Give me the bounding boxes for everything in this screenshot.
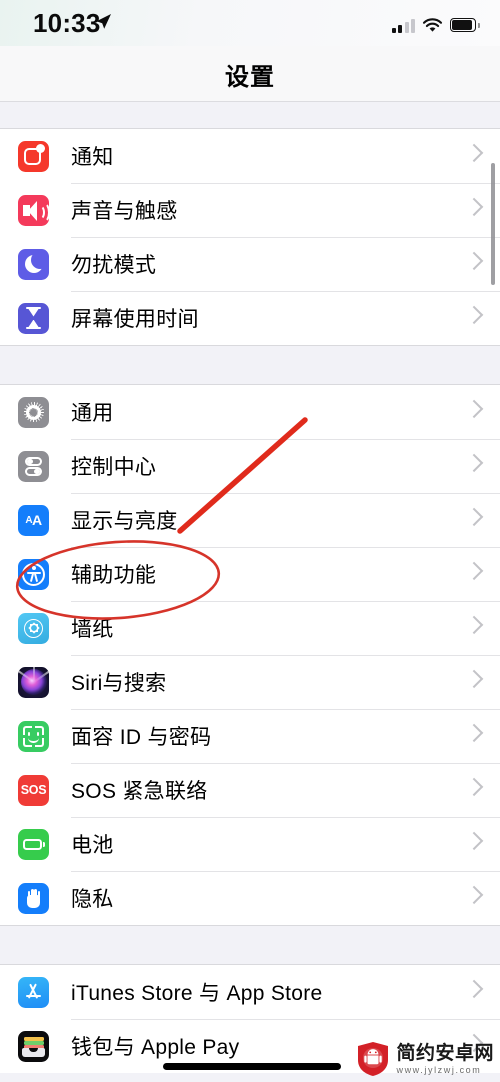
chevron-right-icon: [464, 197, 484, 216]
sounds-haptics-icon: [18, 194, 49, 226]
chevron-right-icon: [464, 561, 484, 580]
watermark-site-name: 简约安卓网: [396, 1042, 494, 1064]
settings-row-itunes-app-store[interactable]: iTunes Store 与 App Store: [0, 965, 500, 1019]
status-bar: 10:33: [0, 0, 500, 46]
row-label: 电池: [71, 834, 114, 857]
status-bar-indicators: [391, 11, 481, 33]
group-spacer-top: [0, 102, 500, 128]
control-center-icon: [18, 450, 49, 482]
row-label: SOS 紧急联络: [71, 780, 208, 803]
chevron-right-icon: [464, 669, 484, 688]
wallet-apple-pay-icon: [18, 1030, 49, 1062]
app-store-icon: [18, 976, 49, 1008]
android-shield-logo: [358, 1042, 389, 1076]
location-arrow-icon: [96, 14, 111, 29]
settings-row-do-not-disturb[interactable]: 勿扰模式: [0, 237, 500, 291]
page-title: 设置: [225, 63, 275, 91]
row-label: 隐私: [71, 888, 114, 911]
row-label: 钱包与 Apple Pay: [71, 1036, 240, 1059]
screen-time-icon: [18, 302, 49, 334]
chevron-right-icon: [464, 305, 484, 324]
row-label: 声音与触感: [71, 200, 178, 223]
vertical-scrollbar[interactable]: [491, 163, 495, 285]
settings-row-wallpaper[interactable]: 墙纸: [0, 601, 500, 655]
row-label: 控制中心: [71, 456, 157, 479]
chevron-right-icon: [464, 831, 484, 850]
row-label: 墙纸: [71, 618, 114, 641]
wifi-icon: [422, 18, 443, 32]
wallpaper-icon: [18, 612, 49, 644]
status-bar-time: 10:33: [33, 8, 101, 38]
cellular-signal-icon: [391, 19, 415, 33]
settings-row-sounds-haptics[interactable]: 声音与触感: [0, 183, 500, 237]
chevron-right-icon: [464, 507, 484, 526]
watermark-url: www.jylzwj.com: [396, 1064, 482, 1075]
display-brightness-icon: AA: [18, 504, 49, 536]
accessibility-icon: [18, 558, 49, 590]
settings-row-screen-time[interactable]: 屏幕使用时间: [0, 291, 500, 345]
do-not-disturb-icon: [18, 248, 49, 280]
row-label: 通知: [71, 146, 114, 169]
chevron-right-icon: [464, 251, 484, 270]
settings-row-siri-search[interactable]: Siri与搜索: [0, 655, 500, 709]
group-spacer-2: [0, 926, 500, 964]
row-label: 辅助功能: [71, 564, 157, 587]
chevron-right-icon: [464, 885, 484, 904]
settings-row-face-id-passcode[interactable]: 面容 ID 与密码: [0, 709, 500, 763]
emergency-sos-icon: SOS: [18, 774, 49, 806]
chevron-right-icon: [464, 143, 484, 162]
settings-row-emergency-sos[interactable]: SOS SOS 紧急联络: [0, 763, 500, 817]
row-label: 面容 ID 与密码: [71, 726, 212, 749]
settings-row-general[interactable]: 通用: [0, 385, 500, 439]
general-gear-icon: [18, 396, 49, 428]
notifications-icon: [18, 140, 49, 172]
siri-search-icon: [18, 666, 49, 698]
iphone-settings-screen: 10:33 设置 通知 声音与触感 勿扰模式 屏幕使用时间 通用 控制中心 A …: [0, 0, 500, 1082]
settings-row-control-center[interactable]: 控制中心: [0, 439, 500, 493]
row-label: Siri与搜索: [71, 672, 167, 695]
row-label: iTunes Store 与 App Store: [71, 982, 323, 1005]
row-label: 显示与亮度: [71, 510, 178, 533]
group-spacer-1: [0, 346, 500, 384]
privacy-hand-icon: [18, 882, 49, 914]
settings-row-battery[interactable]: 电池: [0, 817, 500, 871]
site-watermark: 简约安卓网 www.jylzwj.com: [356, 1041, 494, 1077]
chevron-right-icon: [464, 979, 484, 998]
settings-group-2: 通用 控制中心 AA 显示与亮度 辅助功能 墙纸 Siri与搜索 面容 ID 与…: [0, 384, 500, 926]
face-id-passcode-icon: [18, 720, 49, 752]
chevron-right-icon: [464, 399, 484, 418]
settings-row-accessibility[interactable]: 辅助功能: [0, 547, 500, 601]
settings-row-display-brightness[interactable]: AA 显示与亮度: [0, 493, 500, 547]
navigation-bar: 设置: [0, 46, 500, 102]
chevron-right-icon: [464, 723, 484, 742]
settings-row-notifications[interactable]: 通知: [0, 129, 500, 183]
row-label: 勿扰模式: [71, 254, 157, 277]
chevron-right-icon: [464, 615, 484, 634]
chevron-right-icon: [464, 777, 484, 796]
watermark-text: 简约安卓网 www.jylzwj.com: [396, 1044, 494, 1075]
settings-row-privacy[interactable]: 隐私: [0, 871, 500, 925]
battery-settings-icon: [18, 828, 49, 860]
battery-icon: [450, 18, 480, 33]
home-indicator: [163, 1063, 341, 1070]
row-label: 通用: [71, 402, 114, 425]
settings-group-1: 通知 声音与触感 勿扰模式 屏幕使用时间: [0, 128, 500, 346]
row-label: 屏幕使用时间: [71, 308, 199, 331]
settings-list[interactable]: 通知 声音与触感 勿扰模式 屏幕使用时间 通用 控制中心 A A 显示与亮度 辅…: [0, 102, 500, 1082]
chevron-right-icon: [464, 453, 484, 472]
